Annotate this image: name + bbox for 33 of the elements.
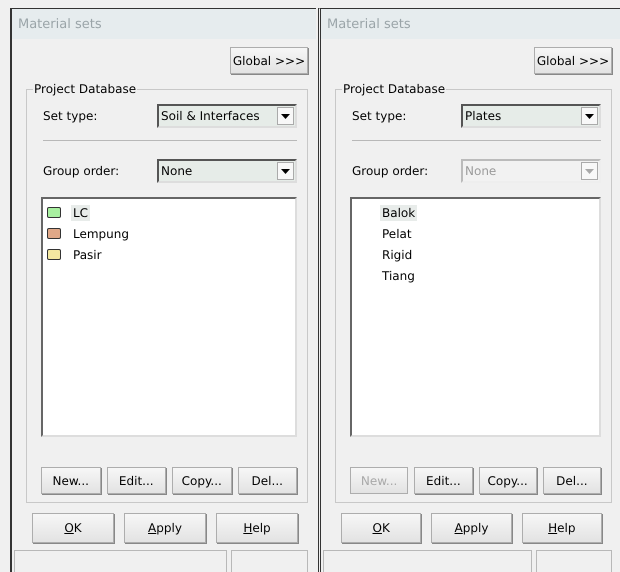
- list-item[interactable]: Pasir: [71, 246, 104, 262]
- group-order-dropdown[interactable]: None: [157, 159, 297, 183]
- list-action-button[interactable]: Copy...: [478, 467, 537, 494]
- list-item[interactable]: Tiang: [380, 268, 417, 284]
- window-title: Material sets: [327, 16, 411, 32]
- list-action-button[interactable]: Edit...: [414, 467, 472, 494]
- list-item[interactable]: Lempung: [71, 226, 131, 242]
- list-action-button[interactable]: Edit...: [106, 467, 166, 494]
- dialog-button[interactable]: Apply: [431, 513, 512, 543]
- global-button[interactable]: Global >>>: [230, 47, 308, 74]
- list-action-button[interactable]: Del...: [238, 467, 297, 494]
- list-action-button[interactable]: Copy...: [172, 467, 232, 494]
- list-item[interactable]: Pelat: [380, 226, 414, 242]
- list-action-button[interactable]: New...: [41, 467, 100, 494]
- group-title: Project Database: [33, 82, 138, 96]
- set-type-label: Set type:: [352, 109, 406, 123]
- dialog-button[interactable]: OK: [32, 513, 114, 543]
- list-item[interactable]: LC: [71, 204, 90, 220]
- dialog-button[interactable]: Apply: [124, 513, 206, 543]
- list-item[interactable]: Balok: [380, 204, 418, 220]
- set-type-dropdown[interactable]: Soil & Interfaces: [157, 104, 297, 128]
- window-title: Material sets: [18, 16, 102, 32]
- group-order-label: Group order:: [352, 164, 428, 178]
- dialog-button[interactable]: Help: [216, 513, 298, 543]
- global-button[interactable]: Global >>>: [534, 47, 612, 74]
- dialog-button[interactable]: OK: [341, 513, 422, 543]
- group-order-label: Group order:: [43, 164, 120, 178]
- list-item[interactable]: Rigid: [380, 246, 414, 262]
- group-title: Project Database: [342, 82, 446, 96]
- set-type-dropdown[interactable]: Plates: [461, 104, 601, 128]
- set-type-label: Set type:: [43, 109, 98, 123]
- list-action-button[interactable]: Del...: [542, 467, 601, 494]
- dialog-button[interactable]: Help: [522, 513, 602, 543]
